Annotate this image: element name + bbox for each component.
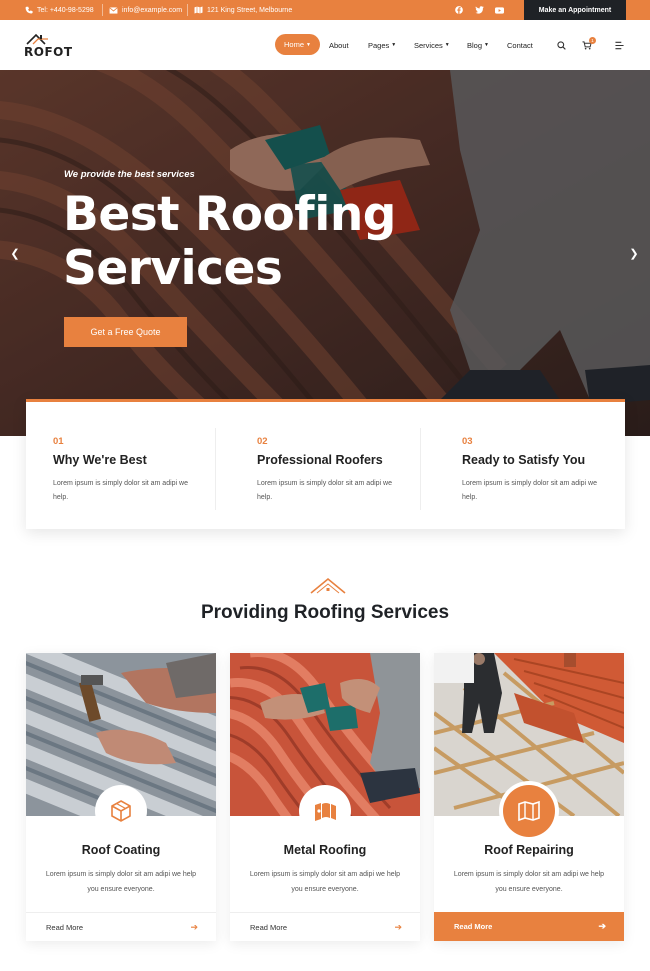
twitter-icon[interactable] (474, 5, 484, 15)
nav-contact-label: Contact (507, 40, 533, 50)
divider (187, 4, 188, 16)
roof-logo-icon (26, 33, 48, 45)
menu-toggle-icon[interactable] (612, 37, 626, 53)
email-text: info@example.com (122, 6, 183, 14)
feature-number: 01 (53, 436, 64, 447)
next-slide-icon[interactable]: ❯ (627, 245, 641, 261)
phone-contact[interactable]: Tel: +440-98-5298 (25, 0, 94, 20)
nav-services-label: Services (414, 40, 443, 50)
chevron-down-icon: ▼ (444, 42, 450, 48)
arrow-right-icon: ➔ (190, 922, 198, 932)
map-icon (194, 6, 203, 14)
feature-description: Lorem ipsum is simply dolor sit am adipi… (53, 480, 188, 501)
feature-number: 03 (462, 436, 473, 447)
service-description: Lorem ipsum is simply dolor sit am adipi… (45, 871, 197, 893)
cube-icon (111, 800, 131, 822)
feature-title: Why We're Best (53, 453, 147, 467)
divider (420, 428, 421, 510)
read-more-link[interactable]: Read More ➔ (434, 912, 624, 941)
read-more-label: Read More (46, 923, 84, 932)
feature-title: Ready to Satisfy You (462, 453, 586, 467)
feature-description: Lorem ipsum is simply dolor sit am adipi… (462, 480, 597, 501)
feature-description: Lorem ipsum is simply dolor sit am adipi… (257, 480, 392, 501)
service-description: Lorem ipsum is simply dolor sit am adipi… (249, 871, 401, 893)
service-title: Roof Coating (81, 843, 161, 857)
read-more-label: Read More (250, 923, 288, 932)
feature-number: 02 (257, 436, 268, 447)
nav-services[interactable]: Services ▼ (414, 37, 450, 53)
logo-text: ROFOT (24, 45, 73, 59)
service-card: Metal Roofing Lorem ipsum is simply dolo… (230, 653, 420, 941)
address-text: 121 King Street, Melbourne (207, 6, 293, 14)
main-navigation: ROFOT Home ▼ About Pages ▼ Services ▼ Blog ▼… (0, 20, 650, 70)
service-card: Roof Coating Lorem ipsum is simply dolor… (26, 653, 216, 941)
service-card: Roof Repairing Lorem ipsum is simply dol… (434, 653, 624, 941)
divider (215, 428, 216, 510)
service-icon-circle (95, 785, 147, 837)
feature-item: 01 Why We're Best Lorem ipsum is simply … (26, 402, 226, 529)
service-title: Metal Roofing (283, 843, 367, 857)
map-icon (518, 800, 540, 822)
features-box: 01 Why We're Best Lorem ipsum is simply … (26, 399, 625, 529)
cart-count-badge: 1 (589, 37, 596, 44)
service-title: Roof Repairing (484, 843, 574, 857)
feature-title: Professional Roofers (257, 453, 383, 467)
divider (102, 4, 103, 16)
email-contact[interactable]: info@example.com (109, 0, 182, 20)
youtube-icon[interactable] (494, 5, 504, 15)
arrow-right-icon: ➔ (598, 921, 606, 931)
nav-about[interactable]: About (329, 37, 349, 53)
hero-slider: We provide the best services Best Roofin… (0, 70, 650, 436)
make-appointment-button[interactable]: Make an Appointment (524, 0, 626, 20)
roof-section-icon (310, 577, 346, 594)
get-quote-button[interactable]: Get a Free Quote (64, 317, 187, 347)
nav-home-label: Home (284, 40, 305, 49)
service-description: Lorem ipsum is simply dolor sit am adipi… (453, 871, 605, 893)
nav-pages-label: Pages (368, 40, 390, 50)
nav-blog[interactable]: Blog ▼ (467, 37, 489, 53)
service-icon-circle (503, 785, 555, 837)
facebook-icon[interactable] (454, 5, 464, 15)
hero-title-line: Services (63, 241, 283, 296)
envelope-icon (109, 6, 118, 14)
section-title: Providing Roofing Services (200, 602, 450, 623)
hero-tagline: We provide the best services (64, 169, 195, 180)
hero-title-line: Best Roofing (63, 187, 396, 242)
service-icon-circle (299, 785, 351, 837)
search-icon[interactable] (554, 37, 568, 53)
feature-item: 03 Ready to Satisfy You Lorem ipsum is s… (435, 402, 635, 529)
read-more-link[interactable]: Read More ➔ (230, 912, 420, 941)
metal-sheet-icon (315, 803, 336, 821)
nav-contact[interactable]: Contact (507, 37, 533, 53)
nav-pages[interactable]: Pages ▼ (368, 37, 396, 53)
phone-text: Tel: +440-98-5298 (37, 6, 94, 14)
nav-about-label: About (329, 40, 349, 50)
feature-item: 02 Professional Roofers Lorem ipsum is s… (230, 402, 430, 529)
arrow-right-icon: ➔ (394, 922, 402, 932)
chevron-down-icon: ▼ (306, 41, 311, 48)
read-more-link[interactable]: Read More ➔ (26, 912, 216, 941)
nav-blog-label: Blog (467, 40, 483, 50)
logo[interactable]: ROFOT (24, 32, 72, 60)
hero-title: Best Roofing Services (63, 188, 396, 296)
top-bar: Tel: +440-98-5298 info@example.com 121 K… (0, 0, 650, 20)
address-contact: 121 King Street, Melbourne (194, 0, 292, 20)
chevron-down-icon: ▼ (391, 42, 397, 48)
read-more-label: Read More (454, 922, 493, 931)
prev-slide-icon[interactable]: ❮ (8, 245, 22, 261)
chevron-down-icon: ▼ (484, 42, 489, 48)
nav-home[interactable]: Home ▼ (275, 34, 320, 55)
phone-icon (25, 6, 33, 14)
